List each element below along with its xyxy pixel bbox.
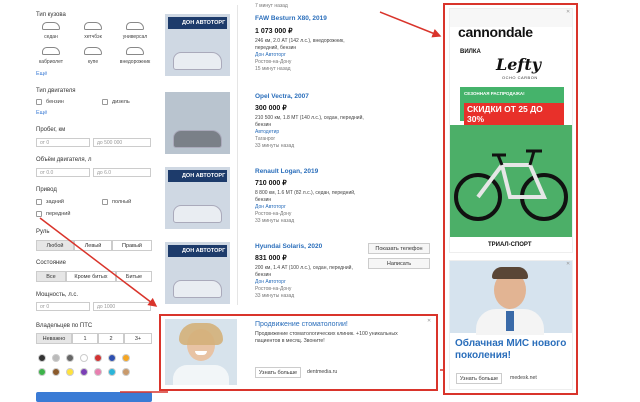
arrow-to-dental-ad bbox=[39, 217, 158, 307]
annotation-arrows bbox=[39, 11, 444, 393]
arrow-to-bike-ad bbox=[379, 11, 442, 38]
